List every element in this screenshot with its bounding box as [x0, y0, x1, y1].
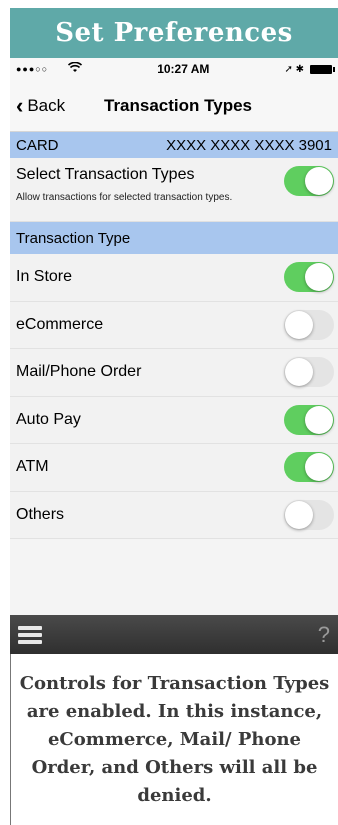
navigation-bar: ‹ Back Transaction Types — [10, 80, 338, 132]
list-item: Mail/Phone Order — [10, 349, 338, 397]
list-item: Others — [10, 492, 338, 539]
banner-title: Set Preferences — [10, 8, 338, 58]
caption-text: Controls for Transaction Types are enabl… — [10, 654, 338, 825]
select-transaction-types-row: Select Transaction Types Allow transacti… — [10, 158, 338, 222]
select-all-toggle[interactable] — [284, 166, 334, 196]
location-bluetooth-icons: ➚ ✱ — [284, 63, 304, 75]
select-all-description: Allow transactions for selected transact… — [16, 192, 233, 203]
page-title: Transaction Types — [104, 95, 253, 115]
hamburger-menu-icon[interactable] — [18, 625, 42, 644]
list-item: eCommerce — [10, 302, 338, 349]
transaction-type-toggle[interactable] — [284, 499, 334, 530]
transaction-type-label: eCommerce — [16, 315, 104, 333]
signal-indicator: ●●●○○ — [16, 64, 49, 74]
status-time: 10:27 AM — [157, 62, 210, 76]
transaction-type-toggle[interactable] — [284, 309, 334, 340]
transaction-type-toggle[interactable] — [284, 404, 334, 435]
help-icon[interactable]: ? — [318, 622, 330, 648]
card-row: CARD XXXX XXXX XXXX 3901 — [10, 132, 338, 158]
back-button[interactable]: ‹ Back — [10, 92, 66, 118]
card-label: CARD — [16, 136, 59, 154]
battery-icon — [309, 64, 335, 74]
status-bar: ●●●○○ 10:27 AM ➚ ✱ — [10, 58, 338, 80]
back-label: Back — [27, 95, 66, 115]
transaction-type-toggle[interactable] — [284, 262, 334, 293]
transaction-type-label: Mail/Phone Order — [16, 363, 142, 381]
wifi-icon — [68, 61, 83, 76]
transaction-type-toggle[interactable] — [284, 452, 334, 483]
list-item: Auto Pay — [10, 397, 338, 444]
list-item: ATM — [10, 444, 338, 492]
transaction-type-label: In Store — [16, 268, 73, 286]
transaction-type-label: ATM — [16, 458, 49, 476]
transaction-type-label: Others — [16, 505, 65, 523]
card-number: XXXX XXXX XXXX 3901 — [166, 136, 332, 154]
chevron-left-icon: ‹ — [16, 92, 24, 118]
phone-screen: ●●●○○ 10:27 AM ➚ ✱ ‹ Back Transaction Ty… — [10, 58, 338, 654]
transaction-type-label: Auto Pay — [16, 410, 81, 428]
transaction-type-toggle[interactable] — [284, 357, 334, 388]
list-item: In Store — [10, 254, 338, 302]
section-header: Transaction Type — [10, 222, 338, 254]
bottom-toolbar: ? — [10, 615, 338, 654]
transaction-type-list: In Store eCommerce Mail/Phone Order Auto… — [10, 254, 338, 539]
